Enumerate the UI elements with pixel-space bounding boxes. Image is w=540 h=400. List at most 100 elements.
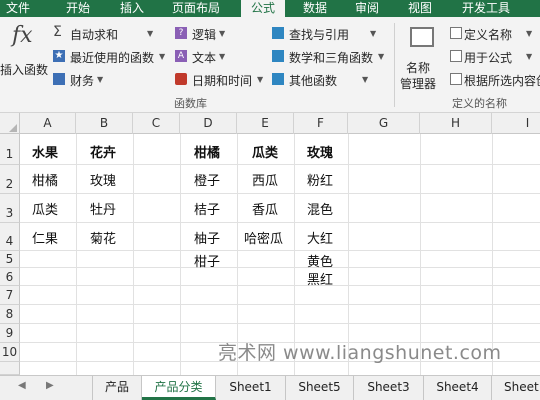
chevron-down-icon: ▼ [147,29,154,38]
chevron-down-icon: ▼ [219,29,226,38]
name-manager-label-2: 管理器 [400,77,437,91]
tab-data[interactable]: 数据 [303,0,327,17]
chevron-down-icon: ▼ [362,75,369,84]
group-divider [394,23,395,107]
cell-b2[interactable]: 玫瑰 [90,170,116,189]
cell-a3[interactable]: 瓜类 [32,199,58,218]
recent-functions-button[interactable]: ★ 最近使用的函数 ▼ [51,48,171,66]
sigma-icon: Σ [53,24,62,40]
use-in-formula-button[interactable]: 用于公式 ▼ [448,48,538,66]
column-header-e[interactable]: E [237,113,294,134]
financial-button[interactable]: 财务 ▼ [51,71,111,89]
sheet-tab-4[interactable]: Sheet5 [286,376,354,400]
sheet-tab-3[interactable]: Sheet1 [216,376,286,400]
tab-home[interactable]: 开始 [66,0,90,17]
math-icon [272,50,284,62]
chevron-down-icon: ▼ [526,52,533,61]
star-icon: ★ [53,50,65,62]
scroll-right-icon[interactable]: ▶ [46,380,54,391]
tab-developer[interactable]: 开发工具 [462,0,510,17]
row-header-7[interactable]: 7 [0,286,20,305]
row-header-5[interactable]: 5 [0,251,20,268]
cell-d5[interactable]: 柑子 [194,251,220,270]
cell-d1[interactable]: 柑橘 [194,142,220,161]
column-header-g[interactable]: G [348,113,420,134]
sheet-tab-bar: ◀ ▶ 产品 产品分类 Sheet1 Sheet5 Sheet3 Sheet4 … [0,375,540,400]
scroll-left-icon[interactable]: ◀ [18,380,26,391]
row-header-3[interactable]: 3 [0,194,20,223]
gridline [20,164,540,165]
cell-d4[interactable]: 柚子 [194,228,220,247]
cell-f5[interactable]: 黄色 [307,251,333,270]
text-label: 文本 [192,51,217,65]
chevron-down-icon: ▼ [219,52,226,61]
cell-a2[interactable]: 柑橘 [32,170,58,189]
cell-e3[interactable]: 香瓜 [252,199,278,218]
gridline [20,222,540,223]
name-manager-button[interactable]: 名称 管理器 [398,23,446,93]
define-name-button[interactable]: 定义名称 ▼ [448,25,538,43]
datetime-button[interactable]: 日期和时间 ▼ [173,71,265,89]
cell-d3[interactable]: 桔子 [194,199,220,218]
sheet-tab-6[interactable]: Sheet4 [424,376,492,400]
cell-a1[interactable]: 水果 [32,142,58,161]
cell-e4[interactable]: 哈密瓜 [244,228,283,247]
sheet-tab-7[interactable]: Sheet [492,376,540,400]
cell-f4[interactable]: 大红 [307,228,333,247]
row-header-10[interactable]: 10 [0,343,20,362]
gridline [20,304,540,305]
row-header-4[interactable]: 4 [0,223,20,251]
chevron-down-icon: ▼ [97,75,104,84]
lookup-button[interactable]: 查找与引用 ▼ [270,25,380,43]
more-functions-icon [272,73,284,85]
cell-b3[interactable]: 牡丹 [90,199,116,218]
cell-e2[interactable]: 西瓜 [252,170,278,189]
row-header-9[interactable]: 9 [0,324,20,343]
cell-f2[interactable]: 粉红 [307,170,333,189]
sheet-tab-5[interactable]: Sheet3 [354,376,424,400]
group-label-function-library: 函数库 [174,97,207,110]
row-header-8[interactable]: 8 [0,305,20,324]
sheet-tab-2[interactable]: 产品分类 [142,376,216,400]
cell-f3[interactable]: 混色 [307,199,333,218]
column-header-a[interactable]: A [20,113,76,134]
cell-d2[interactable]: 橙子 [194,170,220,189]
logical-label: 逻辑 [192,28,217,42]
column-header-h[interactable]: H [420,113,492,134]
tab-page-layout[interactable]: 页面布局 [172,0,220,17]
sheet-tab-1[interactable]: 产品 [92,376,142,400]
column-header-b[interactable]: B [76,113,133,134]
cell-b1[interactable]: 花卉 [90,142,116,161]
column-header-d[interactable]: D [180,113,237,134]
column-header-f[interactable]: F [294,113,348,134]
row-header-11[interactable] [0,362,20,375]
insert-function-button[interactable]: fx 插入函数 [0,19,48,81]
more-functions-label: 其他函数 [289,74,338,88]
autosum-button[interactable]: Σ 自动求和 ▼ [51,24,161,43]
create-from-selection-button[interactable]: 根据所选内容创 [448,71,540,89]
cell-a4[interactable]: 仁果 [32,228,58,247]
text-button[interactable]: A 文本 ▼ [173,48,233,66]
cell-f6[interactable]: 黑红 [307,269,333,288]
row-header-6[interactable]: 6 [0,268,20,286]
row-header-2[interactable]: 2 [0,165,20,194]
column-header-i[interactable]: I [492,113,540,134]
math-trig-button[interactable]: 数学和三角函数 ▼ [270,48,388,66]
select-all-corner[interactable] [0,113,20,134]
tab-view[interactable]: 视图 [408,0,432,17]
chevron-down-icon: ▼ [257,75,264,84]
logical-button[interactable]: ? 逻辑 ▼ [173,25,233,43]
math-trig-label: 数学和三角函数 [289,51,374,65]
cell-f1[interactable]: 玫瑰 [307,142,333,161]
gridline [76,134,77,375]
row-header-1[interactable]: 1 [0,134,20,165]
column-header-c[interactable]: C [133,113,180,134]
tab-insert[interactable]: 插入 [120,0,144,17]
cell-b4[interactable]: 菊花 [90,228,116,247]
financial-label: 财务 [70,74,95,88]
more-functions-button[interactable]: 其他函数 ▼ [270,71,370,89]
cell-e1[interactable]: 瓜类 [252,142,278,161]
tab-file[interactable]: 文件 [6,0,30,17]
tab-review[interactable]: 审阅 [355,0,379,17]
watermark-text: 亮术网 www.liangshunet.com [218,342,502,364]
